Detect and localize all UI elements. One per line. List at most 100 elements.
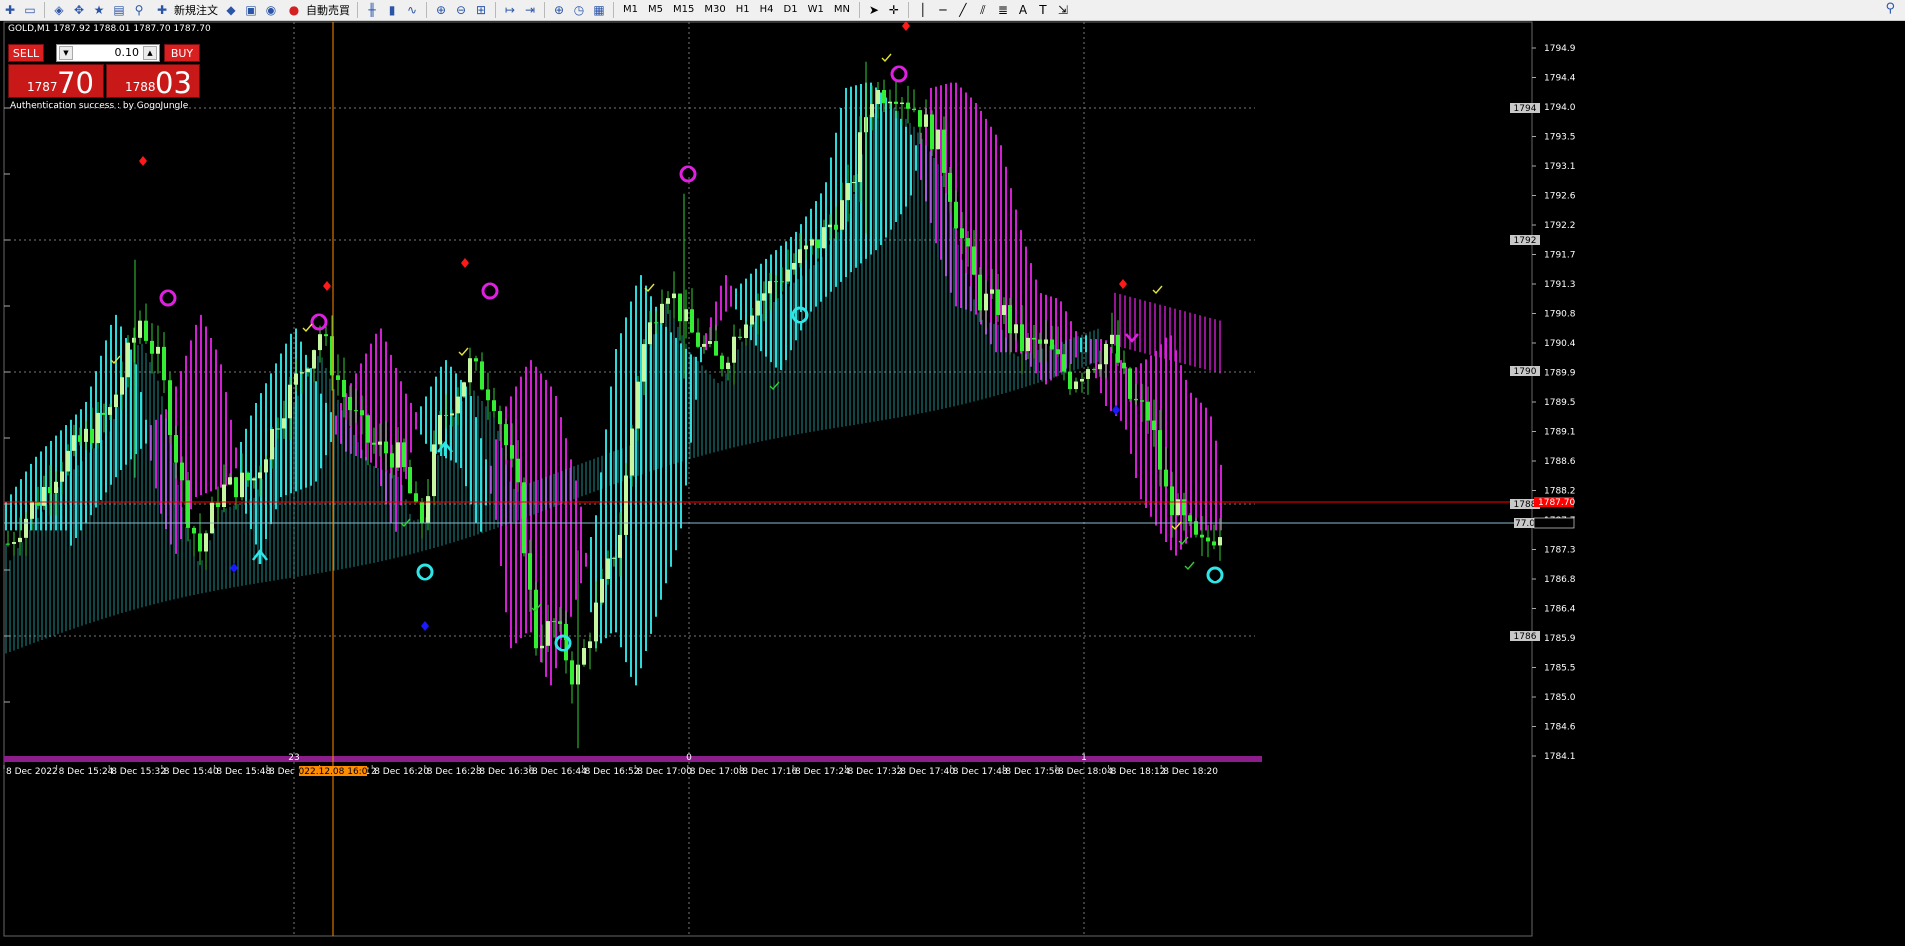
candle-body [258, 472, 262, 479]
bar-chart-icon[interactable]: ╫ [363, 2, 381, 18]
timeframe-m30[interactable]: M30 [699, 1, 730, 19]
search-icon[interactable]: ⚲ [1885, 1, 1895, 16]
candle-body [660, 303, 664, 323]
time-tick-label: 8 Dec 15:24 [59, 767, 114, 777]
candle-body [486, 389, 490, 401]
price-tick-label: 1788.6 [1544, 457, 1576, 467]
timeframe-m15[interactable]: M15 [668, 1, 699, 19]
ask-price-pips: 03 [155, 66, 192, 100]
time-tick-label: 8 Dec 15:32 [111, 767, 166, 777]
round-price-tag-label: 1790 [1514, 367, 1537, 377]
buy-button[interactable]: BUY [164, 44, 200, 62]
auto-trading-button[interactable]: ● 自動売買 [281, 1, 353, 19]
bid-price-box[interactable]: 1787 70 [8, 64, 104, 100]
metaeditor-icon[interactable]: ◆ [222, 2, 240, 18]
trendline-icon[interactable]: ╱ [954, 2, 972, 18]
candlestick-icon[interactable]: ▮ [383, 2, 401, 18]
ask-price-box[interactable]: 1788 03 [106, 64, 200, 100]
candle-body [834, 224, 838, 230]
lot-size-field[interactable]: ▼ 0.10 ▲ [56, 44, 160, 62]
candle-body [882, 90, 886, 104]
profiles-icon[interactable]: ▭ [21, 2, 39, 18]
price-tick-label: 1789.9 [1544, 369, 1576, 379]
price-tick-label: 1790.4 [1544, 339, 1576, 349]
crosshair-icon[interactable]: ✛ [885, 2, 903, 18]
timeframe-mn[interactable]: MN [829, 1, 855, 19]
candle-body [396, 442, 400, 468]
price-tick-label: 1789.1 [1544, 428, 1576, 438]
candle-body [1116, 334, 1120, 363]
timeframe-d1[interactable]: D1 [779, 1, 803, 19]
candle-body [1206, 537, 1210, 542]
check-mark-icon [1184, 561, 1195, 571]
cursor-icon[interactable]: ➤ [865, 2, 883, 18]
lot-decrease-icon[interactable]: ▼ [59, 46, 73, 60]
price-tick-label: 1792.6 [1544, 192, 1576, 202]
horizontal-line-icon[interactable]: ─ [934, 2, 952, 18]
timeframe-m5[interactable]: M5 [643, 1, 668, 19]
tile-windows-icon[interactable]: ⊞ [472, 2, 490, 18]
candle-body [510, 445, 514, 459]
arrows-icon[interactable]: ⇲ [1054, 2, 1072, 18]
price-tick-label: 1792.2 [1544, 221, 1576, 231]
candle-body [858, 132, 862, 183]
zoom-in-icon[interactable]: ⊕ [432, 2, 450, 18]
timeframe-m1[interactable]: M1 [618, 1, 643, 19]
candle-body [756, 300, 760, 316]
text-label-icon[interactable]: T [1034, 2, 1052, 18]
candle-body [786, 269, 790, 282]
candle-body [384, 441, 388, 454]
templates-icon[interactable]: ▦ [590, 2, 608, 18]
candle-body [1146, 401, 1150, 421]
market-watch-icon[interactable]: ◈ [50, 2, 68, 18]
vertical-line-icon[interactable]: │ [914, 2, 932, 18]
new-order-button[interactable]: ✚ 新規注文 [149, 1, 221, 19]
candle-body [690, 309, 694, 333]
signals-icon[interactable]: ◉ [262, 2, 280, 18]
time-tick-label: 8 Dec 2022 [6, 767, 58, 777]
price-tick-label: 1789.5 [1544, 398, 1576, 408]
timeframe-h1[interactable]: H1 [731, 1, 755, 19]
candle-body [1056, 349, 1060, 355]
candle-body [900, 102, 904, 104]
periods-icon[interactable]: ◷ [570, 2, 588, 18]
text-icon[interactable]: A [1014, 2, 1032, 18]
auto-scroll-icon[interactable]: ↦ [501, 2, 519, 18]
strategy-tester-icon[interactable]: ⚲ [130, 2, 148, 18]
fibonacci-icon[interactable]: ≣ [994, 2, 1012, 18]
new-chart-icon[interactable]: ✚ [1, 2, 19, 18]
data-window-icon[interactable]: ✥ [70, 2, 88, 18]
timeframe-h4[interactable]: H4 [755, 1, 779, 19]
candle-body [1062, 354, 1066, 372]
candle-body [102, 412, 106, 415]
timeframe-w1[interactable]: W1 [803, 1, 829, 19]
lot-increase-icon[interactable]: ▲ [143, 46, 157, 60]
check-mark-icon [1152, 285, 1163, 295]
candle-body [48, 486, 52, 493]
terminal-icon[interactable]: ▤ [110, 2, 128, 18]
candle-body [846, 183, 850, 201]
equidistant-channel-icon[interactable]: ⫽ [974, 2, 992, 18]
candle-body [354, 410, 358, 412]
candle-body [222, 484, 226, 508]
candle-body [228, 477, 232, 485]
signal-diamond [1119, 279, 1127, 289]
chart-shift-icon[interactable]: ⇥ [521, 2, 539, 18]
zoom-out-icon[interactable]: ⊖ [452, 2, 470, 18]
candle-body [666, 298, 670, 304]
indicators-icon[interactable]: ⊕ [550, 2, 568, 18]
price-chart[interactable]: 23 0 1 1794.9 1794.4 1794.0 1793.5 1793.1 1792.6… [0, 20, 1905, 946]
candle-body [372, 442, 376, 445]
candle-body [84, 428, 88, 442]
calculator-icon[interactable]: ▣ [242, 2, 260, 18]
candle-body [1158, 430, 1162, 470]
candle-body [984, 293, 988, 311]
candle-body [150, 340, 154, 354]
line-chart-icon[interactable]: ∿ [403, 2, 421, 18]
candle-body [738, 336, 742, 338]
candle-body [144, 320, 148, 341]
sell-button[interactable]: SELL [8, 44, 44, 62]
ask-line-tag-label: 77.0 [1515, 519, 1535, 529]
navigator-icon[interactable]: ★ [90, 2, 108, 18]
candle-body [1086, 369, 1090, 379]
